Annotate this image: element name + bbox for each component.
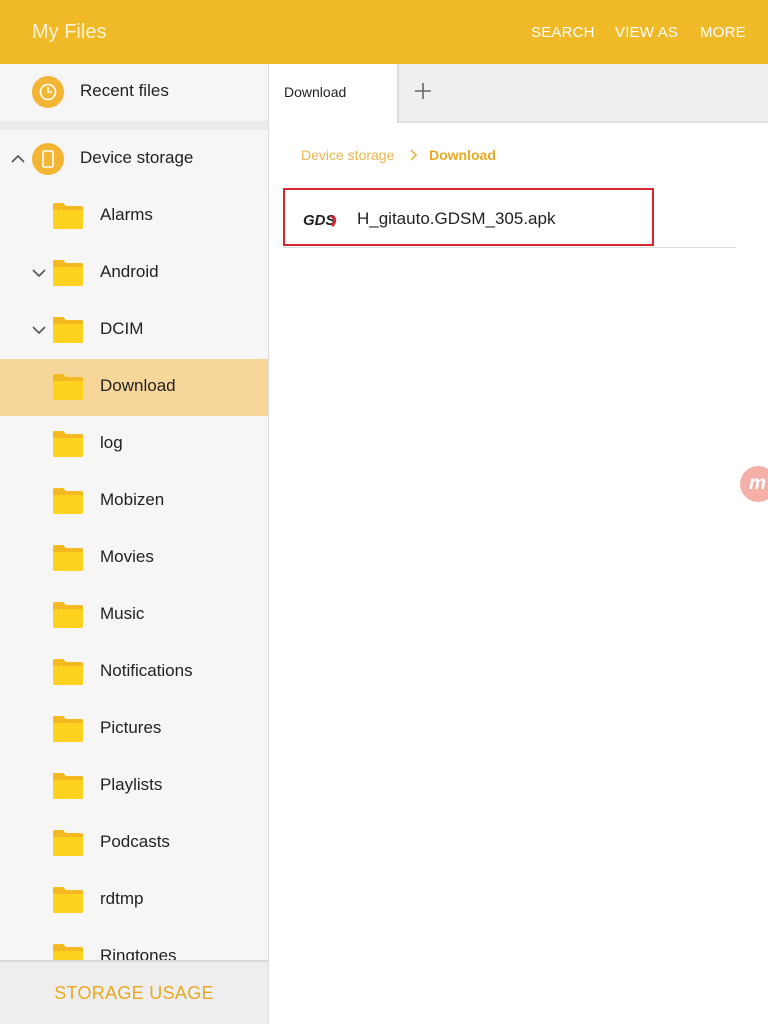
- chevron-right-icon: [410, 149, 418, 161]
- folder-icon: [53, 830, 83, 856]
- breadcrumb-device-storage[interactable]: Device storage: [301, 147, 394, 163]
- sidebar-item-podcasts[interactable]: Podcasts: [0, 815, 268, 872]
- folder-icon: [53, 488, 83, 514]
- search-button[interactable]: SEARCH: [531, 24, 595, 41]
- folder-icon: [53, 716, 83, 742]
- tab-bar: Download: [269, 64, 768, 123]
- folder-icon: [53, 887, 83, 913]
- sidebar-item-label: Pictures: [100, 718, 162, 737]
- sidebar: Recent files Device storage Alarms Androi…: [0, 64, 269, 1024]
- sidebar-item-mobizen[interactable]: Mobizen: [0, 473, 268, 530]
- phone-icon: [32, 143, 64, 175]
- sidebar-item-log[interactable]: log: [0, 416, 268, 473]
- sidebar-item-movies[interactable]: Movies: [0, 530, 268, 587]
- sidebar-item-device-storage[interactable]: Device storage: [0, 131, 268, 188]
- sidebar-item-download[interactable]: Download: [0, 359, 268, 416]
- folder-icon: [53, 431, 83, 457]
- selection-highlight: [283, 188, 654, 246]
- sidebar-item-music[interactable]: Music: [0, 587, 268, 644]
- view-as-button[interactable]: VIEW AS: [615, 24, 678, 41]
- sidebar-item-label: Android: [100, 262, 159, 281]
- tab-label: Download: [284, 84, 347, 100]
- sidebar-item-android[interactable]: Android: [0, 245, 268, 302]
- sidebar-item-label: Notifications: [100, 661, 193, 680]
- app-bar: My Files SEARCH VIEW AS MORE: [0, 0, 768, 64]
- clock-icon: [32, 76, 64, 108]
- sidebar-item-label: Music: [100, 604, 145, 623]
- sidebar-item-label: log: [100, 433, 123, 452]
- sidebar-item-label: Recent files: [80, 81, 169, 100]
- tab-download[interactable]: Download: [269, 64, 399, 123]
- chevron-down-icon[interactable]: [29, 320, 49, 340]
- sidebar-item-label: Download: [100, 376, 176, 395]
- chevron-down-icon[interactable]: [29, 263, 49, 283]
- chevron-up-icon[interactable]: [8, 149, 28, 169]
- sidebar-item-label: rdtmp: [100, 889, 144, 908]
- sidebar-item-dcim[interactable]: DCIM: [0, 302, 268, 359]
- storage-usage-button[interactable]: STORAGE USAGE: [0, 960, 268, 1024]
- folder-icon: [53, 260, 83, 286]
- sidebar-item-label: Device storage: [80, 148, 194, 167]
- more-button[interactable]: MORE: [700, 24, 746, 41]
- folder-icon: [53, 545, 83, 571]
- sidebar-item-notifications[interactable]: Notifications: [0, 644, 268, 701]
- add-tab-icon[interactable]: [412, 80, 434, 102]
- folder-icon: [53, 773, 83, 799]
- sidebar-item-label: Alarms: [100, 205, 153, 224]
- folder-icon: [53, 659, 83, 685]
- folder-icon: [53, 374, 83, 400]
- app-title: My Files: [32, 21, 107, 43]
- folder-icon: [53, 317, 83, 343]
- sidebar-item-rdtmp[interactable]: rdtmp: [0, 872, 268, 929]
- sidebar-divider: [0, 121, 268, 130]
- folder-icon: [53, 602, 83, 628]
- sidebar-item-playlists[interactable]: Playlists: [0, 758, 268, 815]
- floating-label: m: [749, 473, 766, 494]
- breadcrumb-download[interactable]: Download: [429, 147, 496, 163]
- sidebar-item-label: Podcasts: [100, 832, 170, 851]
- sidebar-item-alarms[interactable]: Alarms: [0, 188, 268, 245]
- sidebar-item-label: DCIM: [100, 319, 144, 338]
- sidebar-item-label: Mobizen: [100, 490, 165, 509]
- folder-icon: [53, 203, 83, 229]
- sidebar-item-label: Playlists: [100, 775, 163, 794]
- mobizen-floating-button[interactable]: m: [740, 466, 768, 502]
- sidebar-item-label: Movies: [100, 547, 154, 566]
- sidebar-item-pictures[interactable]: Pictures: [0, 701, 268, 758]
- sidebar-item-recent-files[interactable]: Recent files: [0, 64, 268, 121]
